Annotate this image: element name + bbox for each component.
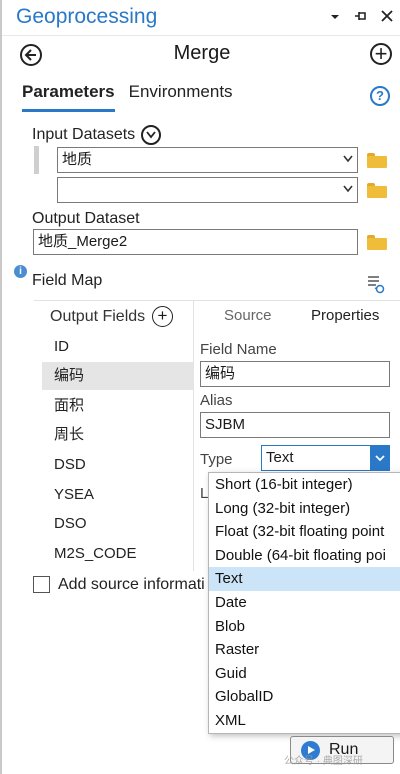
type-option-date[interactable]: Date bbox=[209, 591, 400, 615]
tool-title: Merge bbox=[173, 42, 231, 64]
browse-folder-icon[interactable] bbox=[367, 183, 387, 198]
add-tool-icon[interactable]: + bbox=[370, 43, 392, 65]
type-option-guid[interactable]: Guid bbox=[209, 662, 400, 686]
output-fields-header: Output Fields bbox=[50, 308, 146, 325]
output-fields-column: Output Fields + ID 编码 面积 周长 DSD YSEA DSO… bbox=[34, 301, 194, 571]
info-icon[interactable]: i bbox=[14, 265, 27, 278]
type-option-float[interactable]: Float (32-bit floating point bbox=[209, 520, 400, 544]
dropdown-arrow-icon[interactable] bbox=[343, 148, 353, 172]
browse-folder-icon[interactable] bbox=[367, 235, 387, 250]
geoprocessing-pane: Geoprocessing Merge + Parameters Environ… bbox=[0, 0, 400, 774]
type-label: Type bbox=[200, 451, 233, 468]
list-settings-icon[interactable] bbox=[366, 274, 386, 294]
pin-icon[interactable] bbox=[352, 8, 370, 28]
chevron-down-icon[interactable] bbox=[326, 8, 344, 28]
dropdown-arrow-icon[interactable] bbox=[343, 178, 353, 202]
pane-title: Geoprocessing bbox=[16, 5, 158, 28]
required-indicator bbox=[34, 146, 39, 174]
output-dataset-value: 地质_Merge2 bbox=[38, 233, 128, 250]
field-name-input[interactable]: 编码 bbox=[200, 361, 390, 387]
input-dataset-combo-2[interactable] bbox=[57, 177, 358, 203]
type-select[interactable]: Text bbox=[261, 445, 390, 471]
type-dropdown-list: Short (16-bit integer) Long (32-bit inte… bbox=[208, 472, 400, 734]
field-list-item[interactable]: ID bbox=[42, 333, 194, 361]
browse-folder-icon[interactable] bbox=[367, 153, 387, 168]
input-dataset-combo-1[interactable]: 地质 bbox=[57, 147, 358, 173]
field-map-label: Field Map bbox=[32, 272, 103, 289]
type-option-xml[interactable]: XML bbox=[209, 709, 400, 733]
type-select-value: Text bbox=[266, 449, 294, 466]
alias-value: SJBM bbox=[205, 416, 246, 433]
output-dataset-field[interactable]: 地质_Merge2 bbox=[33, 229, 358, 255]
type-option-blob[interactable]: Blob bbox=[209, 615, 400, 639]
field-list-item-selected[interactable]: 编码 bbox=[42, 362, 194, 390]
input-dataset-value-1: 地质 bbox=[62, 151, 93, 168]
help-icon[interactable]: ? bbox=[370, 86, 390, 106]
type-option-short[interactable]: Short (16-bit integer) bbox=[209, 473, 400, 497]
field-name-label: Field Name bbox=[200, 341, 277, 358]
tool-header: Merge + bbox=[2, 38, 400, 74]
subtab-source[interactable]: Source bbox=[224, 307, 272, 324]
add-source-info-checkbox[interactable] bbox=[33, 576, 50, 593]
expand-chevron-icon[interactable] bbox=[141, 125, 161, 145]
input-datasets-label: Input Datasets bbox=[32, 126, 136, 143]
type-option-double[interactable]: Double (64-bit floating poi bbox=[209, 544, 400, 568]
type-option-globalid[interactable]: GlobalID bbox=[209, 685, 400, 709]
close-icon[interactable] bbox=[378, 8, 396, 28]
titlebar-icons bbox=[326, 8, 396, 28]
field-list-item[interactable]: YSEA bbox=[42, 481, 194, 509]
tab-environments[interactable]: Environments bbox=[129, 82, 233, 112]
type-option-raster[interactable]: Raster bbox=[209, 638, 400, 662]
alias-input[interactable]: SJBM bbox=[200, 412, 390, 438]
field-list-item[interactable]: M2S_CODE bbox=[42, 540, 194, 568]
add-source-info-label: Add source informati bbox=[58, 576, 205, 593]
type-select-arrow-icon[interactable] bbox=[370, 445, 390, 471]
pane-titlebar: Geoprocessing bbox=[2, 0, 400, 36]
subtab-properties[interactable]: Properties bbox=[311, 307, 379, 324]
alias-label: Alias bbox=[200, 392, 233, 409]
type-option-text[interactable]: Text bbox=[209, 567, 400, 591]
tab-parameters[interactable]: Parameters bbox=[22, 82, 115, 112]
field-name-value: 编码 bbox=[205, 365, 236, 382]
type-option-long[interactable]: Long (32-bit integer) bbox=[209, 497, 400, 521]
field-list-item[interactable]: DSO bbox=[42, 510, 194, 538]
add-field-icon[interactable]: + bbox=[152, 306, 173, 327]
output-dataset-label: Output Dataset bbox=[32, 210, 140, 227]
field-list-item[interactable]: 周长 bbox=[42, 421, 194, 449]
field-list-item[interactable]: 面积 bbox=[42, 392, 194, 420]
parameter-tabs: Parameters Environments bbox=[22, 82, 233, 112]
watermark-text: 公众号 · 典图深研 bbox=[284, 756, 363, 767]
field-list-item[interactable]: DSD bbox=[42, 451, 194, 479]
